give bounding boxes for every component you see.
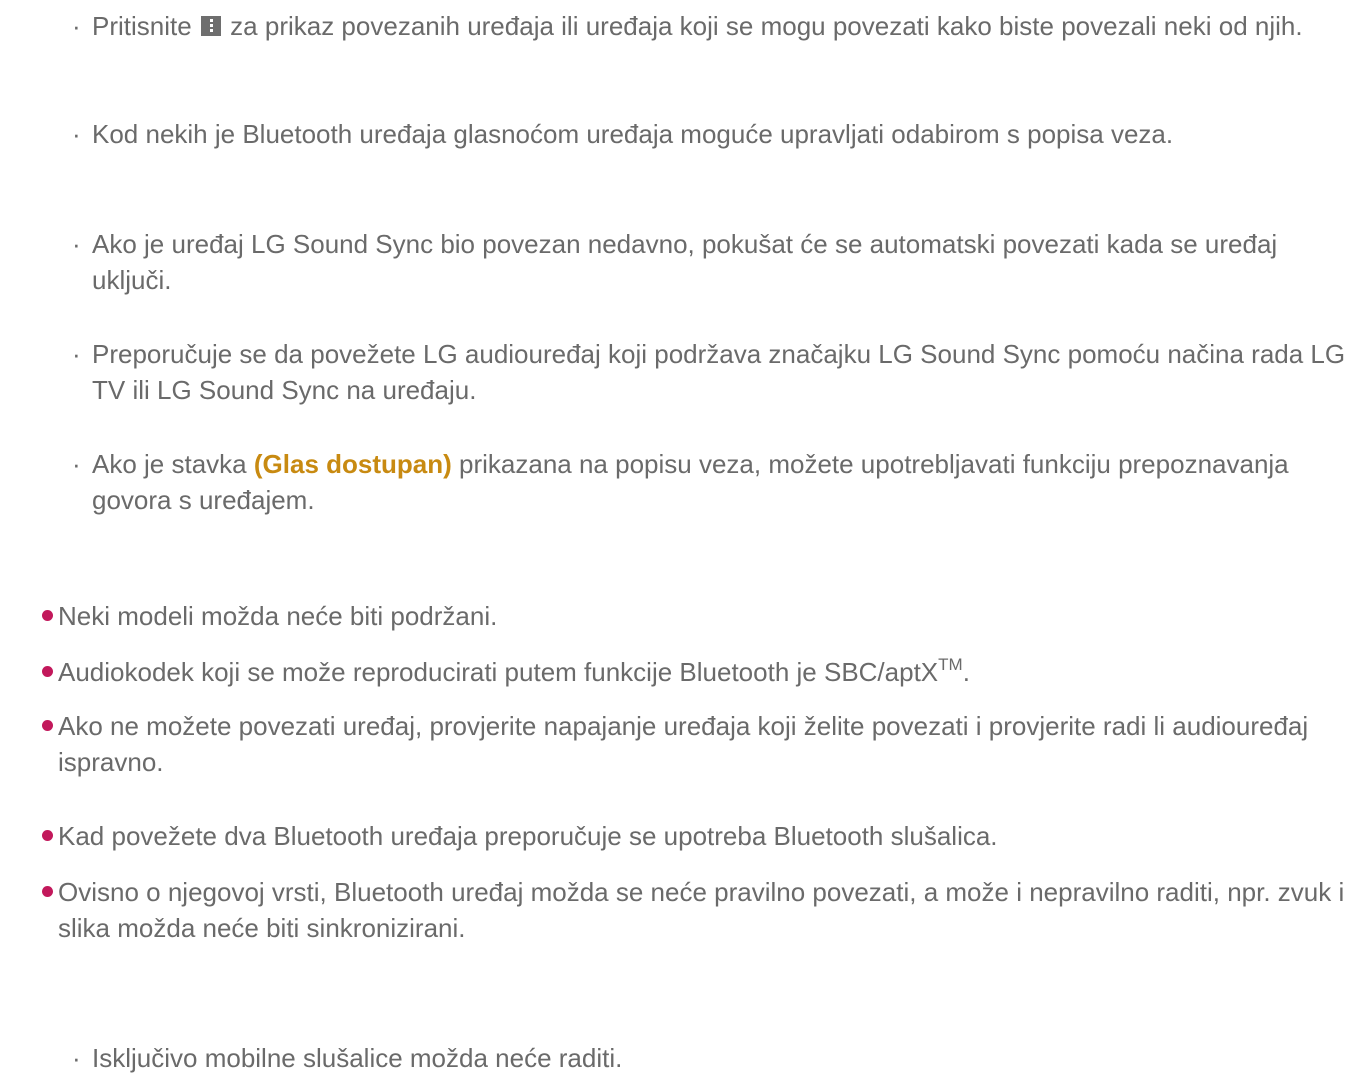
bullet-item-3: Ako ne možete povezati uređaj, provjerit… bbox=[42, 708, 1362, 780]
middle-dot: · bbox=[72, 229, 81, 259]
voice-available-label: (Glas dostupan) bbox=[253, 449, 452, 479]
bullet-text-5: Ovisno o njegovoj vrsti, Bluetooth uređa… bbox=[58, 877, 1345, 943]
bullet-dot bbox=[42, 610, 53, 621]
bullet-dot bbox=[42, 666, 53, 677]
middle-dot: · bbox=[72, 11, 81, 41]
note-text-2: Kod nekih je Bluetooth uređaja glasnoćom… bbox=[92, 119, 1174, 149]
bullet-item-2: Audiokodek koji se može reproducirati pu… bbox=[42, 654, 1362, 690]
note-item-3: · Ako je uređaj LG Sound Sync bio poveza… bbox=[72, 226, 1362, 298]
bullet-dot bbox=[42, 720, 53, 731]
middle-dot: · bbox=[72, 119, 81, 149]
note-item-5: · Ako je stavka (Glas dostupan) prikazan… bbox=[72, 446, 1362, 518]
note-text-5: Ako je stavka (Glas dostupan) prikazana … bbox=[92, 449, 1289, 515]
bullet-dot bbox=[42, 830, 53, 841]
bullet-text-3: Ako ne možete povezati uređaj, provjerit… bbox=[58, 711, 1309, 777]
manual-page: · Pritisnite za prikaz povezanih uređaja… bbox=[0, 0, 1364, 1073]
bullet-item-4: Kad povežete dva Bluetooth uređaja prepo… bbox=[42, 818, 1362, 854]
note-item-4: · Preporučuje se da povežete LG audioure… bbox=[72, 336, 1362, 408]
bullet-text-1: Neki modeli možda neće biti podržani. bbox=[58, 601, 498, 631]
note-item-6: · Isključivo mobilne slušalice možda neć… bbox=[72, 1040, 1362, 1076]
more-menu-icon bbox=[200, 16, 221, 36]
bullet-item-1: Neki modeli možda neće biti podržani. bbox=[42, 598, 1362, 634]
note-text-1: Pritisnite za prikaz povezanih uređaja i… bbox=[92, 11, 1303, 41]
note-item-1: · Pritisnite za prikaz povezanih uređaja… bbox=[72, 8, 1362, 44]
note-text-3: Ako je uređaj LG Sound Sync bio povezan … bbox=[92, 229, 1278, 295]
bullet-text-4: Kad povežete dva Bluetooth uređaja prepo… bbox=[58, 821, 998, 851]
middle-dot: · bbox=[72, 339, 81, 369]
note-item-2: · Kod nekih je Bluetooth uređaja glasnoć… bbox=[72, 116, 1362, 152]
note-text-6: Isključivo mobilne slušalice možda neće … bbox=[92, 1043, 623, 1073]
bullet-text-2: Audiokodek koji se može reproducirati pu… bbox=[58, 655, 970, 687]
bullet-item-5: Ovisno o njegovoj vrsti, Bluetooth uređa… bbox=[42, 874, 1362, 946]
trademark-sup: TM bbox=[938, 655, 963, 674]
middle-dot: · bbox=[72, 1043, 81, 1073]
note-text-4: Preporučuje se da povežete LG audiouređa… bbox=[92, 339, 1346, 405]
bullet-dot bbox=[42, 886, 53, 897]
middle-dot: · bbox=[72, 449, 81, 479]
